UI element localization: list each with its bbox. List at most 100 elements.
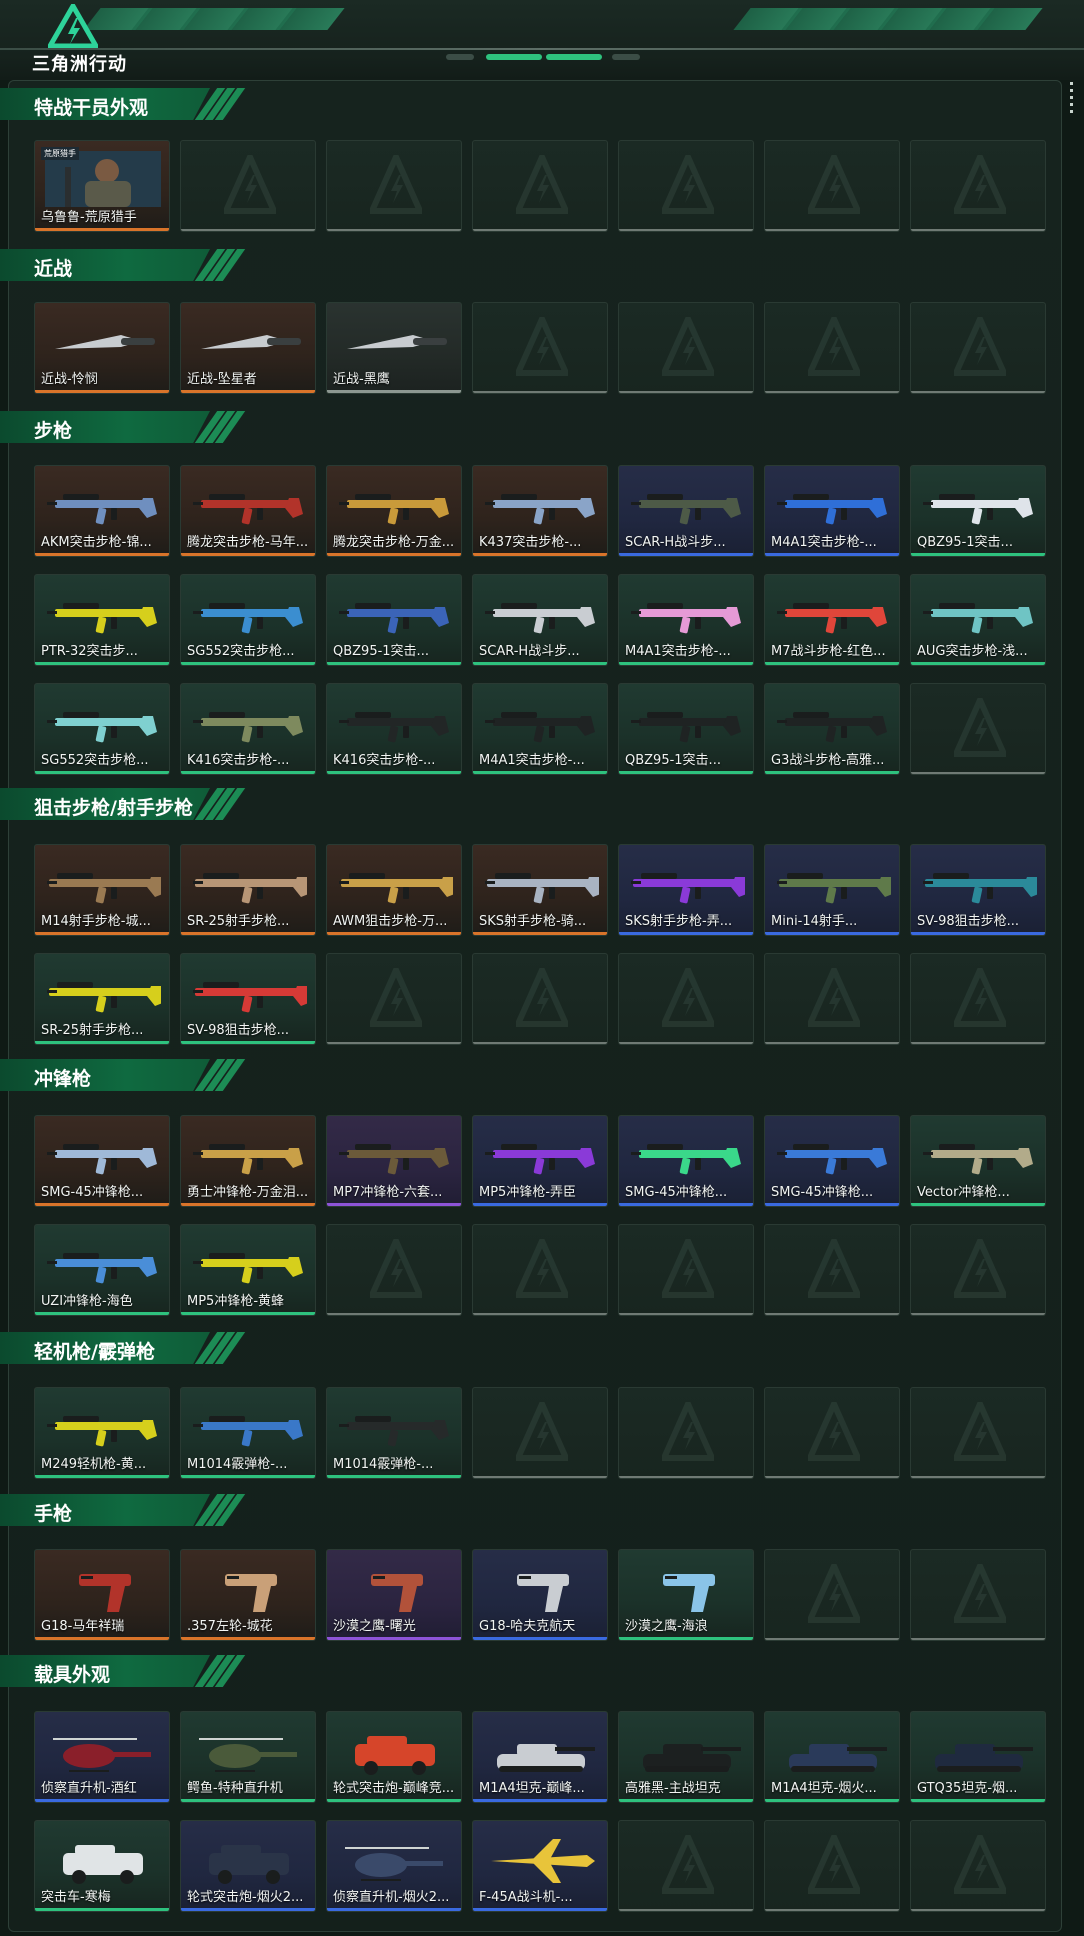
skin-card[interactable]: SKS射手步枪-骑...: [472, 844, 608, 936]
skin-card[interactable]: 荒原猎手 乌鲁鲁-荒原猎手: [34, 140, 170, 232]
skin-card[interactable]: 近战-黑鹰: [326, 302, 462, 394]
skin-card[interactable]: MP5冲锋枪-弄臣: [472, 1115, 608, 1207]
skin-card[interactable]: SMG-45冲锋枪...: [764, 1115, 900, 1207]
tank-icon: [935, 1744, 1033, 1772]
rarity-bar: [765, 1203, 899, 1206]
skin-name: K437突击步枪-...: [479, 535, 582, 550]
rarity-bar: [35, 662, 169, 665]
skin-card[interactable]: M4A1突击步枪-...: [764, 465, 900, 557]
skin-card[interactable]: K416突击步枪-...: [326, 683, 462, 775]
rifle-icon: [193, 494, 303, 525]
empty-slot: [326, 1224, 462, 1316]
skin-card[interactable]: 轮式突击炮-巅峰竞...: [326, 1711, 462, 1803]
skin-card[interactable]: UZI冲锋枪-海色: [34, 1224, 170, 1316]
vehicle-icon: [209, 1845, 289, 1884]
skin-card[interactable]: M249轻机枪-黄...: [34, 1387, 170, 1479]
rarity-bar: [35, 932, 169, 935]
skin-card[interactable]: 鳄鱼-特种直升机: [180, 1711, 316, 1803]
skin-card[interactable]: 轮式突击炮-烟火2...: [180, 1820, 316, 1912]
skin-card[interactable]: MP5冲锋枪-黄蜂: [180, 1224, 316, 1316]
skin-card[interactable]: Vector冲锋枪...: [910, 1115, 1046, 1207]
skin-card[interactable]: M1014霰弹枪-...: [180, 1387, 316, 1479]
skin-card[interactable]: .357左轮-城花: [180, 1549, 316, 1641]
skin-name: M4A1突击步枪-...: [479, 753, 585, 768]
skin-card[interactable]: SMG-45冲锋枪...: [618, 1115, 754, 1207]
placeholder-delta-icon: [224, 155, 276, 214]
skin-card[interactable]: 高雅黑-主战坦克: [618, 1711, 754, 1803]
skin-card[interactable]: SR-25射手步枪...: [180, 844, 316, 936]
empty-slot: [764, 1549, 900, 1641]
skin-card[interactable]: M14射手步枪-城...: [34, 844, 170, 936]
rarity-bar: [473, 932, 607, 935]
skin-card[interactable]: SR-25射手步枪...: [34, 953, 170, 1045]
skin-name: SV-98狙击步枪...: [917, 914, 1020, 929]
section-header: 狙击步枪/射手步枪: [0, 788, 246, 820]
skin-card[interactable]: PTR-32突击步...: [34, 574, 170, 666]
rarity-bar: [911, 1203, 1045, 1206]
skin-card[interactable]: M1014霰弹枪-...: [326, 1387, 462, 1479]
skin-card[interactable]: 近战-坠星者: [180, 302, 316, 394]
skin-card[interactable]: SKS射手步枪-弄...: [618, 844, 754, 936]
skin-card[interactable]: K416突击步枪-...: [180, 683, 316, 775]
sniper-icon: [193, 982, 307, 1013]
skin-card[interactable]: G18-马年祥瑞: [34, 1549, 170, 1641]
skin-card[interactable]: M1A4坦克-巅峰...: [472, 1711, 608, 1803]
skin-card[interactable]: 侦察直升机-酒红: [34, 1711, 170, 1803]
placeholder-delta-icon: [662, 317, 714, 376]
skin-card[interactable]: AKM突击步枪-锦...: [34, 465, 170, 557]
skin-card[interactable]: 腾龙突击步枪-马年...: [180, 465, 316, 557]
skin-card[interactable]: AWM狙击步枪-万...: [326, 844, 462, 936]
placeholder-delta-icon: [516, 968, 568, 1027]
skin-name: M249轻机枪-黄...: [41, 1457, 147, 1472]
rarity-bar: [327, 1799, 461, 1802]
skin-card[interactable]: MP7冲锋枪-六套...: [326, 1115, 462, 1207]
skin-card[interactable]: 勇士冲锋枪-万金泪...: [180, 1115, 316, 1207]
scrollbar[interactable]: [1069, 82, 1075, 117]
skin-card[interactable]: SG552突击步枪...: [180, 574, 316, 666]
skin-card[interactable]: G3战斗步枪-高雅...: [764, 683, 900, 775]
skin-card[interactable]: 沙漠之鹰-曙光: [326, 1549, 462, 1641]
rarity-bar: [35, 771, 169, 774]
skin-card[interactable]: M1A4坦克-烟火...: [764, 1711, 900, 1803]
skin-card[interactable]: M7战斗步枪-红色...: [764, 574, 900, 666]
skin-card[interactable]: M4A1突击步枪-...: [618, 574, 754, 666]
skin-name: 鳄鱼-特种直升机: [187, 1781, 283, 1796]
rarity-bar: [181, 1312, 315, 1315]
skin-card[interactable]: SV-98狙击步枪...: [910, 844, 1046, 936]
skin-name: 侦察直升机-烟火2...: [333, 1890, 450, 1905]
skin-card[interactable]: 近战-怜悯: [34, 302, 170, 394]
rifle-icon: [485, 712, 595, 743]
skin-name: 近战-坠星者: [187, 372, 257, 387]
skin-card[interactable]: SG552突击步枪...: [34, 683, 170, 775]
skin-card[interactable]: 腾龙突击步枪-万金...: [326, 465, 462, 557]
empty-slot: [180, 140, 316, 232]
empty-slot: [910, 140, 1046, 232]
rifle-icon: [923, 494, 1033, 525]
skin-card[interactable]: K437突击步枪-...: [472, 465, 608, 557]
skin-card[interactable]: G18-哈夫克航天: [472, 1549, 608, 1641]
knife-icon: [347, 335, 447, 349]
skin-card[interactable]: SCAR-H战斗步...: [618, 465, 754, 557]
skin-name: .357左轮-城花: [187, 1619, 273, 1634]
skin-card[interactable]: 沙漠之鹰-海浪: [618, 1549, 754, 1641]
rarity-bar: [35, 228, 169, 231]
skin-card[interactable]: AUG突击步枪-浅...: [910, 574, 1046, 666]
rifle-icon: [339, 603, 449, 634]
skin-card[interactable]: GTQ35坦克-烟...: [910, 1711, 1046, 1803]
skin-card[interactable]: 侦察直升机-烟火2...: [326, 1820, 462, 1912]
skin-card[interactable]: QBZ95-1突击...: [326, 574, 462, 666]
skin-card[interactable]: QBZ95-1突击...: [618, 683, 754, 775]
empty-slot: [326, 140, 462, 232]
skin-card[interactable]: M4A1突击步枪-...: [472, 683, 608, 775]
skin-card[interactable]: SMG-45冲锋枪...: [34, 1115, 170, 1207]
skin-card[interactable]: F-45A战斗机-...: [472, 1820, 608, 1912]
rarity-bar: [619, 662, 753, 665]
rarity-bar: [619, 1799, 753, 1802]
rarity-bar: [765, 932, 899, 935]
skin-card[interactable]: SV-98狙击步枪...: [180, 953, 316, 1045]
skin-card[interactable]: 突击车-寒梅: [34, 1820, 170, 1912]
skin-card[interactable]: QBZ95-1突击...: [910, 465, 1046, 557]
skin-card[interactable]: Mini-14射手...: [764, 844, 900, 936]
skin-card[interactable]: SCAR-H战斗步...: [472, 574, 608, 666]
rarity-bar: [181, 1041, 315, 1044]
